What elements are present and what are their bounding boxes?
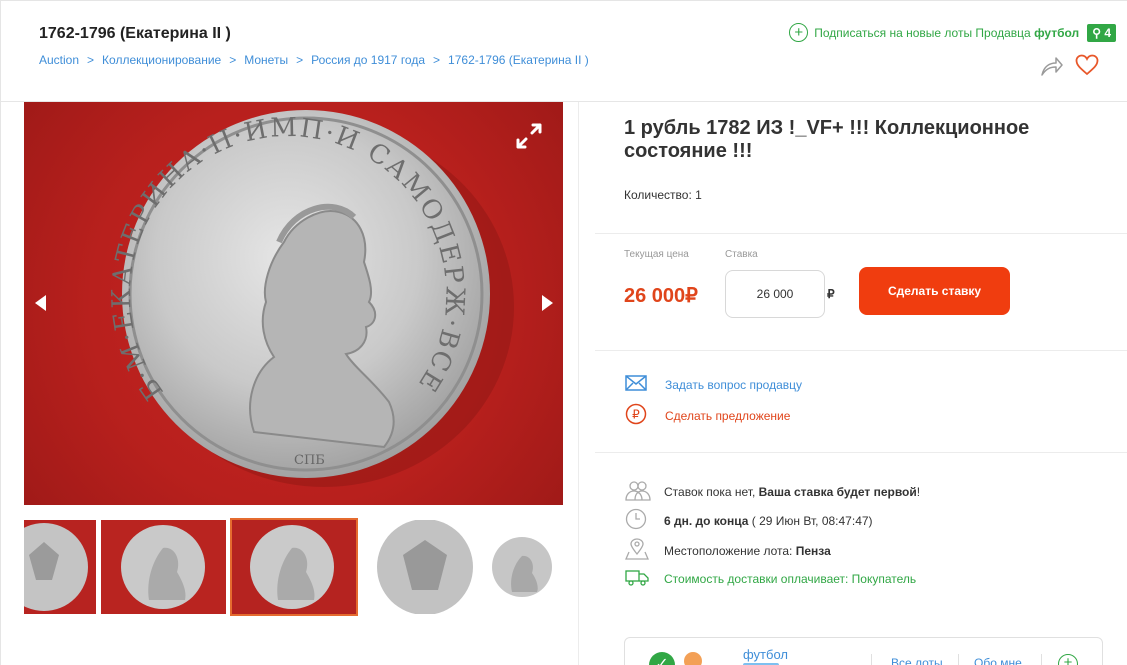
next-photo-arrow[interactable]: [542, 295, 553, 311]
about-seller-link[interactable]: Обо мне: [974, 656, 1022, 665]
breadcrumb-collecting[interactable]: Коллекционирование: [102, 53, 221, 67]
thumbnail-1[interactable]: [24, 520, 96, 614]
thumbnail-3-selected[interactable]: [230, 518, 358, 616]
subscribe-seller-name: футбол: [1034, 25, 1080, 40]
breadcrumb-catherine[interactable]: 1762-1796 (Екатерина II ): [448, 53, 589, 67]
thumbnail-2[interactable]: [101, 520, 226, 614]
current-price-label: Текущая цена: [624, 249, 689, 260]
coin-obverse-image: Б·М·ЕКАТЕРИНА·II·ИМП·И САМОДЕРЖ·ВСЕРОСС·…: [24, 102, 514, 487]
separator: [958, 654, 959, 665]
seller-rating-badge: ⚲ 4: [1087, 23, 1116, 42]
bids-text: Ставок пока нет, Ваша ставка будет перво…: [664, 484, 921, 499]
delivery-text: Стоимость доставки оплачивает: Покупател…: [664, 571, 917, 586]
seller-avatar: [684, 652, 702, 665]
breadcrumb-russia[interactable]: Россия до 1917 года: [311, 53, 425, 67]
heart-icon[interactable]: [1075, 54, 1099, 76]
divider: [595, 452, 1127, 453]
bid-label: Ставка: [725, 249, 758, 260]
breadcrumb-auction[interactable]: Auction: [39, 53, 79, 67]
verified-check-icon: ✓: [649, 652, 675, 665]
envelope-icon: [625, 375, 665, 394]
seller-name-link[interactable]: футбол: [743, 647, 788, 662]
time-left: 6 дн. до конца ( 29 Июн Вт, 08:47:47): [625, 508, 873, 533]
make-offer-link[interactable]: ₽ Сделать предложение: [625, 403, 790, 428]
column-divider: [578, 102, 579, 665]
ask-seller-link[interactable]: Задать вопрос продавцу: [625, 375, 802, 394]
truck-icon: [625, 568, 664, 589]
separator: [871, 654, 872, 665]
page-title: 1762-1796 (Екатерина II ): [39, 25, 231, 42]
svg-text:₽: ₽: [632, 408, 640, 422]
location-text: Местоположение лота: Пенза: [664, 543, 831, 558]
breadcrumb-coins[interactable]: Монеты: [244, 53, 288, 67]
subscribe-seller-link[interactable]: + Подписаться на новые лоты Продавца фут…: [789, 23, 1116, 42]
breadcrumb-separator: >: [229, 53, 237, 67]
lot-header: 1762-1796 (Екатерина II ) Auction > Колл…: [1, 1, 1127, 102]
map-pin-icon: [625, 538, 664, 563]
fullscreen-icon[interactable]: [514, 121, 544, 151]
plus-circle-icon: +: [789, 23, 809, 42]
page: 1762-1796 (Екатерина II ) Auction > Колл…: [0, 0, 1127, 665]
lot-title: 1 рубль 1782 ИЗ !_VF+ !!! Коллекционное …: [624, 117, 1030, 162]
main-lot-photo[interactable]: Б·М·ЕКАТЕРИНА·II·ИМП·И САМОДЕРЖ·ВСЕРОСС·…: [24, 102, 563, 505]
bids-status: Ставок пока нет, Ваша ставка будет перво…: [625, 479, 920, 504]
breadcrumb-separator: >: [296, 53, 304, 67]
current-price: 26 000₽: [624, 285, 698, 307]
place-bid-button[interactable]: Сделать ставку: [859, 267, 1010, 315]
bid-amount-input[interactable]: [725, 270, 825, 318]
separator: [1041, 654, 1042, 665]
bid-currency: ₽: [827, 287, 835, 301]
svg-text:СПБ: СПБ: [294, 453, 325, 468]
add-seller-icon[interactable]: +: [1058, 654, 1078, 665]
divider: [595, 233, 1127, 234]
thumbnail-5[interactable]: [487, 520, 563, 614]
delivery-info: Стоимость доставки оплачивает: Покупател…: [625, 568, 916, 589]
ruble-circle-icon: ₽: [625, 403, 665, 428]
lot-location: Местоположение лота: Пенза: [625, 538, 831, 563]
clock-icon: [625, 508, 664, 533]
share-icon[interactable]: [1040, 55, 1064, 77]
thumbnail-strip: [24, 518, 563, 616]
breadcrumb: Auction > Коллекционирование > Монеты > …: [39, 53, 589, 67]
make-offer-label: Сделать предложение: [665, 408, 791, 423]
lot-quantity: Количество: 1: [624, 188, 702, 202]
prev-photo-arrow[interactable]: [35, 295, 46, 311]
divider: [595, 350, 1127, 351]
users-icon: [625, 479, 664, 504]
breadcrumb-separator: >: [87, 53, 95, 67]
thumbnail-4[interactable]: [368, 520, 483, 614]
time-left-text: 6 дн. до конца ( 29 Июн Вт, 08:47:47): [664, 513, 873, 528]
subscribe-text: Подписаться на новые лоты Продавца футбо…: [814, 25, 1080, 40]
ask-seller-label: Задать вопрос продавцу: [665, 377, 803, 392]
seller-card: ✓ футбол Все лоты Обо мне +: [624, 637, 1103, 665]
breadcrumb-separator: >: [433, 53, 441, 67]
all-lots-link[interactable]: Все лоты: [891, 656, 943, 665]
